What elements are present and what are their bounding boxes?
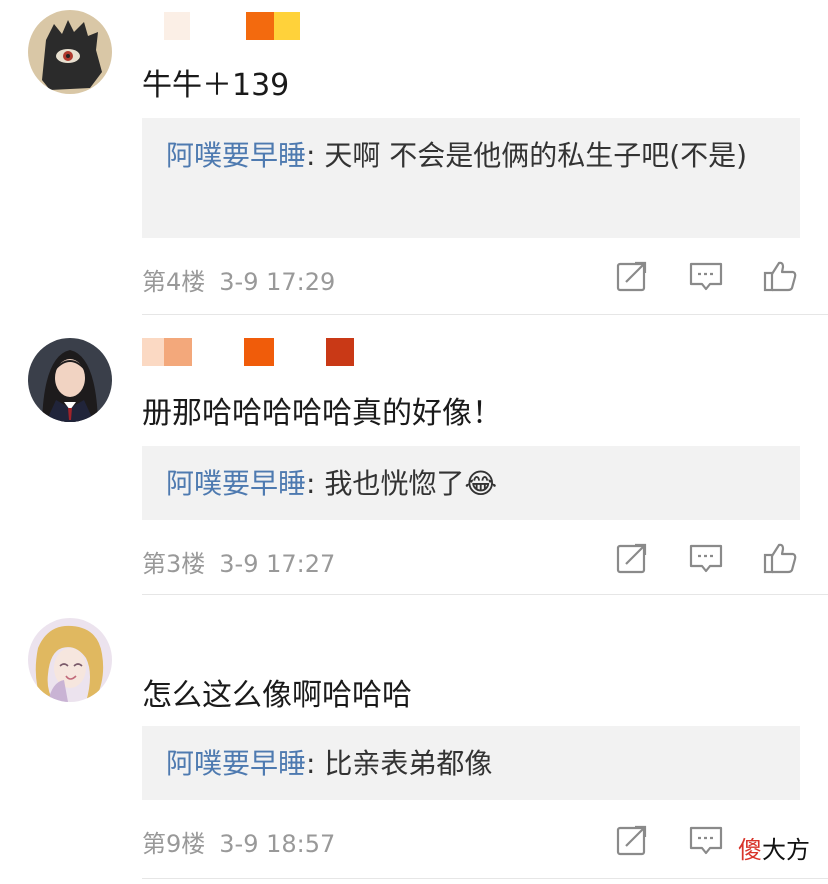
reply-username[interactable]: 阿噗要早睡: [166, 467, 306, 500]
avatar[interactable]: [28, 618, 112, 702]
watermark: 傻大方: [738, 830, 810, 865]
share-icon[interactable]: [614, 822, 650, 858]
reply-box[interactable]: 阿噗要早睡: 天啊 不会是他俩的私生子吧(不是): [142, 118, 800, 238]
reply-separator: :: [306, 139, 325, 172]
reply-text: 比亲表弟都像: [324, 747, 493, 780]
redaction-block: [246, 12, 274, 40]
timestamp: 3-9 17:29: [219, 268, 336, 296]
reply-box[interactable]: 阿噗要早睡: 比亲表弟都像: [142, 726, 800, 800]
comment-meta: 第9楼 3-9 18:57: [142, 824, 335, 859]
redaction-block: [244, 338, 274, 366]
watermark-red-text: 傻: [738, 836, 762, 864]
divider: [142, 314, 828, 315]
divider: [142, 878, 828, 879]
comment-meta: 第4楼 3-9 17:29: [142, 262, 335, 297]
comment-item: 怎么这么像啊哈哈哈 阿噗要早睡: 比亲表弟都像 第9楼 3-9 18:57: [0, 596, 828, 884]
comment-icon[interactable]: [688, 540, 724, 576]
comment-icon[interactable]: [688, 258, 724, 294]
username-redacted[interactable]: [142, 338, 362, 368]
reply-username[interactable]: 阿噗要早睡: [166, 747, 306, 780]
floor-number: 第9楼: [142, 830, 206, 858]
thumbs-up-icon[interactable]: [762, 258, 798, 294]
timestamp: 3-9 17:27: [219, 550, 336, 578]
comment-actions: [612, 540, 802, 576]
redaction-block: [326, 338, 354, 366]
reply-separator: :: [306, 747, 325, 780]
share-icon[interactable]: [614, 258, 650, 294]
reply-text: 天啊 不会是他俩的私生子吧(不是): [324, 139, 748, 172]
comment-actions: [612, 258, 802, 294]
avatar[interactable]: [28, 10, 112, 94]
reply-separator: :: [306, 467, 325, 500]
comment-text: 册那哈哈哈哈哈真的好像！: [142, 396, 502, 431]
floor-number: 第4楼: [142, 268, 206, 296]
avatar[interactable]: [28, 338, 112, 422]
comment-icon[interactable]: [688, 822, 724, 858]
comment-text: 怎么这么像啊哈哈哈: [142, 678, 412, 713]
watermark-black-text: 大方: [762, 836, 810, 864]
comment-item: 牛牛＋139 阿噗要早睡: 天啊 不会是他俩的私生子吧(不是) 第4楼 3-9 1…: [0, 0, 828, 316]
comment-item: 册那哈哈哈哈哈真的好像！ 阿噗要早睡: 我也恍惚了😂 第3楼 3-9 17:27: [0, 316, 828, 596]
redaction-block: [274, 12, 300, 40]
reply-username[interactable]: 阿噗要早睡: [166, 139, 306, 172]
share-icon[interactable]: [614, 540, 650, 576]
redaction-block: [164, 338, 192, 366]
redaction-block: [164, 12, 190, 40]
thumbs-up-icon[interactable]: [762, 540, 798, 576]
divider: [142, 594, 828, 595]
floor-number: 第3楼: [142, 550, 206, 578]
reply-text: 我也恍惚了😂: [324, 467, 498, 500]
reply-box[interactable]: 阿噗要早睡: 我也恍惚了😂: [142, 446, 800, 520]
comment-text: 牛牛＋139: [142, 68, 290, 103]
redaction-block: [142, 338, 164, 366]
username-redacted[interactable]: [142, 12, 302, 42]
timestamp: 3-9 18:57: [219, 830, 336, 858]
comment-meta: 第3楼 3-9 17:27: [142, 544, 335, 579]
